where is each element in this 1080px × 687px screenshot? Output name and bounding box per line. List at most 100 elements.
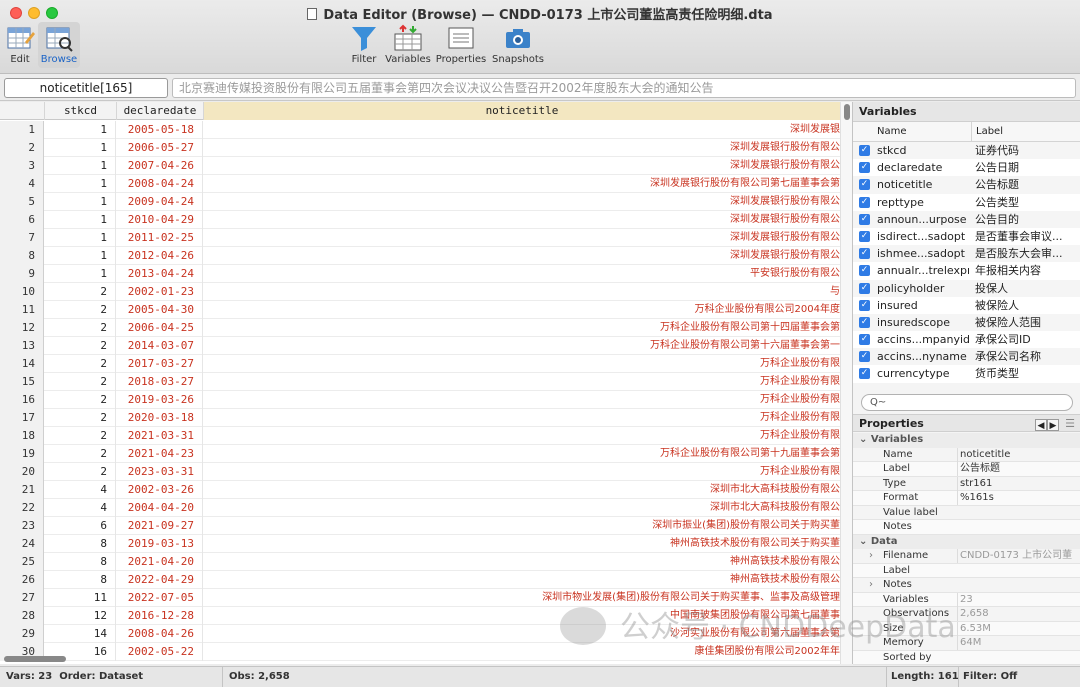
cell-noticetitle[interactable]: 万科企业股份有限 (203, 373, 840, 391)
cell-stkcd[interactable]: 1 (44, 211, 116, 229)
row-number[interactable]: 23 (0, 517, 44, 535)
row-number[interactable]: 24 (0, 535, 44, 553)
cell-noticetitle[interactable]: 万科企业股份有限 (203, 355, 840, 373)
table-row[interactable]: 6 1 2010-04-29 深圳发展银行股份有限公 (0, 211, 852, 229)
variable-row[interactable]: ✓ insured 被保险人 (853, 296, 1080, 314)
row-number[interactable]: 19 (0, 445, 44, 463)
variable-row[interactable]: ✓ policyholder 投保人 (853, 279, 1080, 297)
cell-noticetitle[interactable]: 万科企业股份有限公司2004年度 (203, 301, 840, 319)
row-number[interactable]: 8 (0, 247, 44, 265)
cell-stkcd[interactable]: 2 (44, 445, 116, 463)
cell-declaredate[interactable]: 2021-09-27 (116, 517, 203, 535)
cell-noticetitle[interactable]: 万科企业股份有限公司第十九届董事会第 (203, 445, 840, 463)
variable-row[interactable]: ✓ currencytype 货币类型 (853, 365, 1080, 383)
table-row[interactable]: 25 8 2021-04-20 神州高铁技术股份有限公 (0, 553, 852, 571)
cell-noticetitle[interactable]: 神州高铁技术股份有限公司关于购买董 (203, 535, 840, 553)
row-number[interactable]: 29 (0, 625, 44, 643)
cell-stkcd[interactable]: 8 (44, 553, 116, 571)
property-row[interactable]: Name noticetitle (853, 447, 1080, 462)
variable-row[interactable]: ✓ announ...urpose 公告目的 (853, 210, 1080, 228)
cell-stkcd[interactable]: 1 (44, 229, 116, 247)
cell-noticetitle[interactable]: 万科企业股份有限公司第十四届董事会第 (203, 319, 840, 337)
cell-stkcd[interactable]: 2 (44, 301, 116, 319)
row-number[interactable]: 21 (0, 481, 44, 499)
table-row[interactable]: 7 1 2011-02-25 深圳发展银行股份有限公 (0, 229, 852, 247)
cell-stkcd[interactable]: 2 (44, 391, 116, 409)
properties-data-group[interactable]: ⌄ Data (853, 534, 1080, 549)
property-row[interactable]: Label (853, 563, 1080, 578)
cell-declaredate[interactable]: 2021-03-31 (116, 427, 203, 445)
cell-declaredate[interactable]: 2013-04-24 (116, 265, 203, 283)
cell-stkcd[interactable]: 4 (44, 499, 116, 517)
cell-declaredate[interactable]: 2019-03-13 (116, 535, 203, 553)
cell-noticetitle[interactable]: 万科企业股份有限 (203, 409, 840, 427)
properties-variables-group[interactable]: ⌄ Variables (853, 433, 1080, 448)
cell-stkcd[interactable]: 2 (44, 283, 116, 301)
variables-name-column-header[interactable]: Name (877, 122, 907, 142)
expand-chevron-icon[interactable]: › (869, 578, 873, 592)
checkbox-checked-icon[interactable]: ✓ (859, 299, 870, 311)
row-number[interactable]: 22 (0, 499, 44, 517)
checkbox-checked-icon[interactable]: ✓ (859, 334, 870, 346)
cell-noticetitle[interactable]: 与 (203, 283, 840, 301)
table-row[interactable]: 21 4 2002-03-26 深圳市北大高科技股份有限公 (0, 481, 852, 499)
checkbox-checked-icon[interactable]: ✓ (859, 179, 870, 191)
row-number[interactable]: 10 (0, 283, 44, 301)
checkbox-checked-icon[interactable]: ✓ (859, 230, 870, 242)
table-row[interactable]: 12 2 2006-04-25 万科企业股份有限公司第十四届董事会第 (0, 319, 852, 337)
table-row[interactable]: 11 2 2005-04-30 万科企业股份有限公司2004年度 (0, 301, 852, 319)
cell-noticetitle[interactable]: 平安银行股份有限公 (203, 265, 840, 283)
cell-declaredate[interactable]: 2004-04-20 (116, 499, 203, 517)
row-number[interactable]: 3 (0, 157, 44, 175)
cell-declaredate[interactable]: 2005-04-30 (116, 301, 203, 319)
snapshots-button[interactable]: Snapshots (490, 24, 546, 65)
cell-noticetitle[interactable]: 深圳发展银行股份有限公 (203, 157, 840, 175)
table-row[interactable]: 2 1 2006-05-27 深圳发展银行股份有限公 (0, 139, 852, 157)
properties-button[interactable]: Properties (434, 24, 488, 65)
cell-stkcd[interactable]: 11 (44, 589, 116, 607)
cell-declaredate[interactable]: 2005-05-18 (116, 121, 203, 139)
row-number[interactable]: 5 (0, 193, 44, 211)
table-row[interactable]: 5 1 2009-04-24 深圳发展银行股份有限公 (0, 193, 852, 211)
cell-stkcd[interactable]: 6 (44, 517, 116, 535)
cell-declaredate[interactable]: 2022-04-29 (116, 571, 203, 589)
cell-stkcd[interactable]: 14 (44, 625, 116, 643)
cell-declaredate[interactable]: 2021-04-20 (116, 553, 203, 571)
cell-stkcd[interactable]: 2 (44, 319, 116, 337)
table-row[interactable]: 20 2 2023-03-31 万科企业股份有限 (0, 463, 852, 481)
browse-mode-button[interactable]: Browse (38, 22, 80, 68)
table-row[interactable]: 9 1 2013-04-24 平安银行股份有限公 (0, 265, 852, 283)
table-row[interactable]: 23 6 2021-09-27 深圳市振业(集团)股份有限公司关于购买董 (0, 517, 852, 535)
checkbox-checked-icon[interactable]: ✓ (859, 265, 870, 277)
variable-row[interactable]: ✓ insuredscope 被保险人范围 (853, 313, 1080, 332)
cell-stkcd[interactable]: 2 (44, 355, 116, 373)
checkbox-checked-icon[interactable]: ✓ (859, 316, 870, 328)
property-row[interactable]: Type str161 (853, 476, 1080, 491)
cell-declaredate[interactable]: 2016-12-28 (116, 607, 203, 625)
cell-name-field[interactable]: noticetitle[165] (4, 78, 168, 98)
variable-row[interactable]: ✓ noticetitle 公告标题 (853, 176, 1080, 194)
cell-declaredate[interactable]: 2019-03-26 (116, 391, 203, 409)
cell-noticetitle[interactable]: 深圳市振业(集团)股份有限公司关于购买董 (203, 517, 840, 535)
cell-noticetitle[interactable]: 深圳发展银行股份有限公 (203, 229, 840, 247)
row-number[interactable]: 4 (0, 175, 44, 193)
cell-declaredate[interactable]: 2007-04-26 (116, 157, 203, 175)
edit-mode-button[interactable]: Edit (4, 24, 36, 65)
variable-row[interactable]: ✓ repttype 公告类型 (853, 193, 1080, 211)
row-number[interactable]: 7 (0, 229, 44, 247)
property-row[interactable]: Format %161s (853, 491, 1080, 506)
cell-stkcd[interactable]: 1 (44, 139, 116, 157)
cell-noticetitle[interactable]: 万科企业股份有限公司第十六届董事会第一 (203, 337, 840, 355)
cell-declaredate[interactable]: 2008-04-24 (116, 175, 203, 193)
cell-stkcd[interactable]: 2 (44, 463, 116, 481)
row-number[interactable]: 26 (0, 571, 44, 589)
cell-declaredate[interactable]: 2002-05-22 (116, 643, 203, 661)
row-number[interactable]: 1 (0, 121, 44, 139)
cell-noticetitle[interactable]: 万科企业股份有限 (203, 427, 840, 445)
table-row[interactable]: 13 2 2014-03-07 万科企业股份有限公司第十六届董事会第一 (0, 337, 852, 355)
grid-corner[interactable] (0, 102, 44, 120)
variables-label-column-header[interactable]: Label (971, 122, 1080, 142)
data-grid[interactable]: stkcd declaredate noticetitle 1 1 2005-05-… (0, 102, 852, 664)
cell-stkcd[interactable]: 8 (44, 535, 116, 553)
table-row[interactable]: 4 1 2008-04-24 深圳发展银行股份有限公司第七届董事会第 (0, 175, 852, 193)
